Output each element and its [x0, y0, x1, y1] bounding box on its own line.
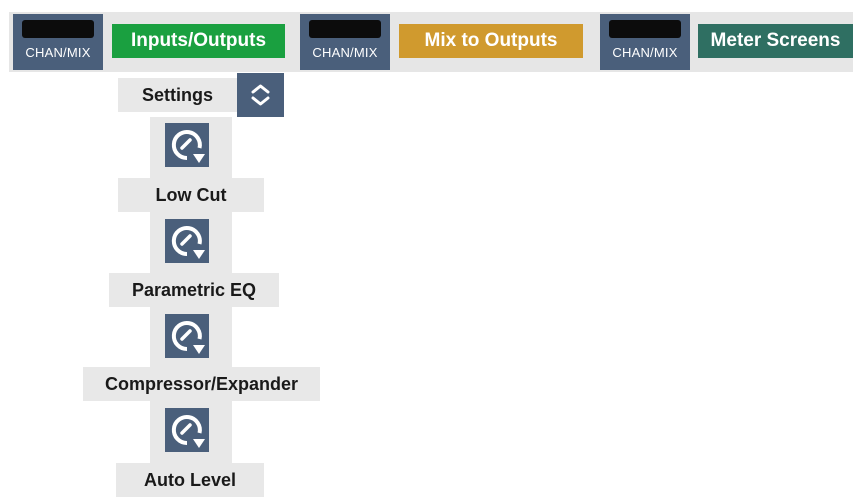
auto-level-label[interactable]: Auto Level	[116, 463, 264, 497]
chan-mix-label-2: CHAN/MIX	[312, 45, 378, 60]
tab-inputs-outputs[interactable]: Inputs/Outputs	[112, 24, 285, 58]
low-cut-knob-button[interactable]	[165, 123, 209, 167]
up-down-chevron-icon	[251, 84, 270, 106]
chan-mix-display-3	[609, 20, 681, 38]
chan-mix-display-1	[22, 20, 94, 38]
low-cut-label[interactable]: Low Cut	[118, 178, 264, 212]
knob-rotate-icon	[171, 415, 205, 448]
settings-label[interactable]: Settings	[118, 78, 237, 112]
compressor-expander-label[interactable]: Compressor/Expander	[83, 367, 320, 401]
knob-rotate-icon	[171, 130, 205, 163]
knob-rotate-icon	[171, 321, 205, 354]
chan-mix-label-1: CHAN/MIX	[25, 45, 91, 60]
parametric-eq-knob-button[interactable]	[165, 219, 209, 263]
chan-mix-button-2[interactable]: CHAN/MIX	[300, 14, 390, 70]
tab-mix-to-outputs[interactable]: Mix to Outputs	[399, 24, 583, 58]
chan-mix-display-2	[309, 20, 381, 38]
chan-mix-button-3[interactable]: CHAN/MIX	[600, 14, 690, 70]
chan-mix-button-1[interactable]: CHAN/MIX	[13, 14, 103, 70]
knob-rotate-icon	[171, 226, 205, 259]
parametric-eq-label[interactable]: Parametric EQ	[109, 273, 279, 307]
tab-meter-screens[interactable]: Meter Screens	[698, 24, 853, 58]
settings-stepper-button[interactable]	[237, 73, 284, 117]
chan-mix-label-3: CHAN/MIX	[612, 45, 678, 60]
compressor-expander-knob-button[interactable]	[165, 314, 209, 358]
auto-level-knob-button[interactable]	[165, 408, 209, 452]
top-navigation-bar: CHAN/MIX Inputs/Outputs CHAN/MIX Mix to …	[9, 12, 853, 72]
